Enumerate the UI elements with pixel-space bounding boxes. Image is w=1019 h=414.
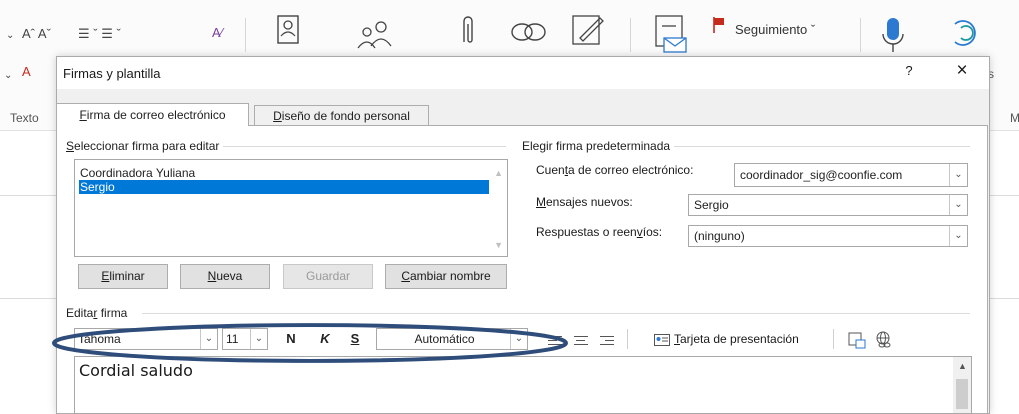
signature-text: Cordial saludo — [79, 361, 193, 380]
tab-email-signature[interactable]: Firma de correo electrónico — [56, 103, 249, 126]
group-divider — [142, 313, 970, 314]
new-button[interactable]: Nueva — [180, 264, 270, 289]
background-divider — [990, 298, 1019, 299]
list-item[interactable]: Coordinadora Yuliana — [79, 166, 195, 180]
rename-button[interactable]: Cambiar nombre — [385, 264, 507, 289]
align-center-icon[interactable] — [574, 333, 588, 347]
ribbon-separator — [630, 18, 631, 52]
font-size-buttons[interactable]: Aˆ Aˇ — [22, 26, 51, 41]
dialog-title: Firmas y plantilla — [63, 66, 161, 81]
flag-icon[interactable] — [712, 16, 726, 34]
insert-hyperlink-icon[interactable] — [874, 331, 894, 349]
font-size-select[interactable]: 11 ⌄ — [222, 328, 268, 350]
italic-button[interactable]: K — [316, 329, 334, 349]
tab-label: irma de correo electrónico — [86, 108, 226, 122]
delete-button[interactable]: Eliminar — [78, 264, 168, 289]
signature-list[interactable]: Coordinadora Yuliana Sergio ▲ ▼ — [74, 159, 508, 257]
new-messages-select[interactable]: Sergio ⌄ — [688, 194, 968, 216]
link-icon[interactable] — [508, 18, 550, 46]
dialog-titlebar: Firmas y plantilla ? × — [57, 57, 989, 89]
list-buttons[interactable]: ☰ ˇ ☰ ˇ — [78, 26, 121, 42]
account-label: Cuenta de correo electrónico: — [536, 163, 694, 177]
ribbon-group-text-label: Texto — [10, 111, 39, 125]
chevron-down-icon[interactable]: ⌄ — [949, 164, 967, 186]
clear-formatting-icon[interactable]: A∕ — [212, 25, 223, 40]
toolbar-separator — [833, 329, 834, 349]
attach-file-icon[interactable] — [457, 14, 479, 48]
scroll-down-icon[interactable]: ▼ — [494, 240, 503, 250]
background-divider — [0, 195, 60, 196]
font-color-select-value: Automático — [414, 332, 475, 346]
insert-picture-icon[interactable] — [848, 331, 866, 349]
address-book-icon[interactable] — [272, 14, 304, 46]
editor-scrollbar[interactable]: ▲ — [953, 357, 971, 413]
chevron-down-icon[interactable]: ⌄ — [949, 226, 967, 246]
tab-personal-stationery[interactable]: Diseño de fondo personal — [254, 105, 429, 126]
edit-signature-label: Editar firma — [66, 306, 132, 320]
immersive-reader-icon[interactable] — [945, 16, 985, 52]
chevron-down-icon[interactable]: ⌄ — [949, 195, 967, 215]
signature-icon[interactable] — [570, 12, 606, 48]
account-select-value: coordinador_sig@coonfie.com — [740, 168, 903, 182]
font-size-select-value: 11 — [226, 332, 239, 346]
align-right-icon[interactable] — [600, 333, 614, 347]
save-button[interactable]: Guardar — [283, 264, 373, 289]
select-signature-label: Seleccionar firma para editar — [66, 139, 224, 153]
business-card-button[interactable]: Tarjeta de presentación — [674, 332, 799, 346]
tab-label-accelerator: D — [273, 109, 282, 123]
background-divider — [0, 298, 60, 299]
font-select-value: Tahoma — [78, 332, 121, 346]
microphone-icon[interactable] — [880, 16, 906, 56]
business-card-icon[interactable] — [654, 334, 670, 346]
close-button[interactable]: × — [947, 61, 977, 83]
font-color-icon[interactable]: A — [22, 64, 31, 79]
background-divider — [990, 195, 1019, 196]
bold-button[interactable]: N — [282, 329, 300, 349]
scroll-up-icon[interactable]: ▲ — [494, 168, 503, 178]
message-options-icon[interactable] — [650, 12, 690, 56]
help-button[interactable]: ? — [897, 63, 921, 83]
font-select[interactable]: Tahoma ⌄ — [74, 328, 218, 350]
chevron-down-icon[interactable]: ⌄ — [200, 329, 217, 349]
ribbon-group-label: M — [1010, 111, 1019, 125]
list-item-selected[interactable]: Sergio — [79, 180, 489, 194]
ribbon-separator — [860, 18, 861, 52]
new-messages-select-value: Sergio — [694, 198, 729, 212]
toolbar-separator — [627, 329, 628, 349]
check-names-icon[interactable] — [355, 18, 399, 50]
underline-button[interactable]: S — [346, 329, 364, 349]
scrollbar-thumb[interactable] — [956, 379, 968, 409]
align-left-icon[interactable] — [548, 333, 562, 347]
chevron-down-icon[interactable]: ⌄ — [250, 329, 267, 349]
scroll-up-icon[interactable]: ▲ — [958, 361, 967, 371]
replies-select-value: (ninguno) — [694, 229, 745, 243]
default-signature-label: Elegir firma predeterminada — [522, 139, 675, 153]
followup-button[interactable]: Seguimiento ˇ — [735, 22, 815, 37]
chevron-down-icon[interactable]: ⌄ — [6, 30, 14, 41]
tab-label: iseño de fondo personal — [281, 109, 410, 123]
chevron-down-icon[interactable]: ⌄ — [510, 329, 527, 349]
replies-select[interactable]: (ninguno) ⌄ — [688, 225, 968, 247]
tab-label-accelerator: F — [79, 108, 87, 122]
replies-label: Respuestas o reenvíos: — [536, 225, 663, 239]
font-color-select[interactable]: Automático ⌄ — [376, 328, 528, 350]
new-messages-label: Mensajes nuevos: — [536, 195, 633, 209]
signature-editor[interactable]: Cordial saludo ▲ — [74, 356, 972, 414]
account-select[interactable]: coordinador_sig@coonfie.com ⌄ — [734, 163, 968, 187]
chevron-down-icon[interactable]: ⌄ — [4, 70, 12, 81]
ribbon-separator — [245, 18, 246, 52]
